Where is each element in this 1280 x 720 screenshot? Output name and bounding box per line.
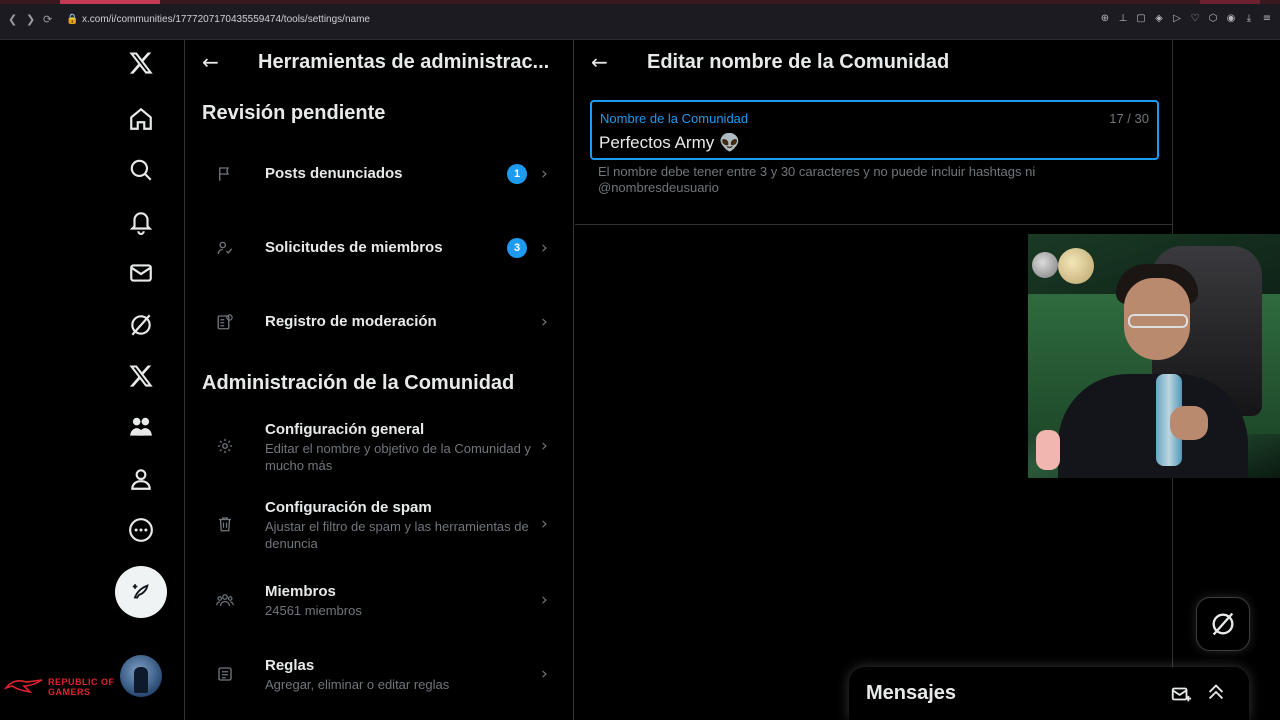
compose-post-button[interactable] xyxy=(115,566,167,618)
webcam-overlay xyxy=(1028,234,1280,478)
community-name-input[interactable] xyxy=(599,131,1139,155)
field-label: Nombre de la Comunidad xyxy=(600,111,749,126)
tab-strip xyxy=(0,0,1280,4)
row-label: Configuración de spam xyxy=(265,499,432,516)
zoom-icon[interactable]: ⊕ xyxy=(1100,13,1110,25)
chevron-right-icon: › xyxy=(541,514,548,534)
shield-icon[interactable]: ◈ xyxy=(1154,13,1164,25)
chevron-right-icon: › xyxy=(541,312,548,332)
messages-drawer[interactable]: Mensajes xyxy=(849,667,1249,720)
row-label: Posts denunciados xyxy=(265,165,403,182)
primary-nav xyxy=(100,40,184,720)
search-icon[interactable] xyxy=(126,155,156,185)
communities-icon[interactable] xyxy=(126,412,156,442)
glasses-icon xyxy=(1128,314,1188,328)
x-logo-icon[interactable] xyxy=(126,48,156,78)
row-label: Reglas xyxy=(265,657,315,674)
members-icon xyxy=(215,590,235,610)
rog-text-line2: GAMERS xyxy=(48,687,91,697)
new-message-icon[interactable] xyxy=(1170,683,1192,705)
grok-floating-button[interactable] xyxy=(1196,597,1250,651)
edit-name-header: ← Editar nombre de la Comunidad xyxy=(575,40,1173,84)
more-icon[interactable] xyxy=(126,515,156,545)
back-arrow-icon[interactable]: ← xyxy=(591,52,611,72)
menu-icon[interactable]: ≡ xyxy=(1262,13,1272,25)
community-section-title: Administración de la Comunidad xyxy=(202,372,515,394)
active-tab[interactable] xyxy=(60,0,160,4)
admin-tools-panel: ← Herramientas de administrac... Revisió… xyxy=(184,40,574,720)
browser-toolbar: ❮ ❯ ⟳ 🔒 x.com/i/communities/177720717043… xyxy=(0,0,1280,40)
row-label: Solicitudes de miembros xyxy=(265,239,443,256)
lamp-icon xyxy=(1058,248,1094,284)
messages-icon[interactable] xyxy=(126,258,156,288)
messages-title: Mensajes xyxy=(866,682,957,704)
character-counter: 17 / 30 xyxy=(1109,111,1149,126)
back-arrow-icon[interactable]: ← xyxy=(202,52,222,72)
chevron-right-icon: › xyxy=(541,238,548,258)
account-icon[interactable]: ◉ xyxy=(1226,13,1236,25)
pending-section-title: Revisión pendiente xyxy=(202,102,386,124)
expand-up-icon[interactable] xyxy=(1205,681,1227,703)
back-icon[interactable]: ❮ xyxy=(8,14,17,26)
edit-title: Editar nombre de la Comunidad xyxy=(647,51,950,73)
count-badge: 3 xyxy=(507,238,527,258)
reader-icon[interactable]: ▢ xyxy=(1136,13,1146,25)
extensions-icon[interactable]: ⬡ xyxy=(1208,13,1218,25)
lamp-icon xyxy=(1032,252,1058,278)
compose-post-icon xyxy=(132,584,149,599)
chevron-right-icon: › xyxy=(541,664,548,684)
lock-icon: 🔒 xyxy=(66,14,79,25)
rog-text-line1: REPUBLIC OF xyxy=(48,677,115,687)
heart-icon[interactable]: ♡ xyxy=(1190,13,1200,25)
address-bar[interactable]: x.com/i/communities/1777207170435559474/… xyxy=(82,14,370,26)
row-label: Configuración general xyxy=(265,421,425,438)
trash-icon xyxy=(215,514,235,534)
row-description: Agregar, eliminar o editar reglas xyxy=(265,677,450,692)
emote-sticker xyxy=(1036,430,1060,470)
gear-icon xyxy=(215,436,235,456)
field-hint: El nombre debe tener entre 3 y 30 caract… xyxy=(598,164,1036,195)
rog-branding: REPUBLIC OF GAMERS xyxy=(0,672,130,700)
profile-icon[interactable] xyxy=(126,464,156,494)
download-icon[interactable]: ⤓ xyxy=(1244,13,1254,25)
row-label: Registro de moderación xyxy=(265,313,437,330)
rog-logo-icon xyxy=(4,679,43,694)
chevron-right-icon: › xyxy=(541,436,548,456)
window-controls[interactable] xyxy=(1200,0,1260,4)
community-name-field[interactable]: Nombre de la Comunidad 17 / 30 xyxy=(590,100,1159,160)
moderation-log-icon xyxy=(215,312,235,332)
flag-icon xyxy=(215,164,235,184)
pin-icon[interactable]: ⊥ xyxy=(1118,13,1128,25)
count-badge: 1 xyxy=(507,164,527,184)
chevron-right-icon: › xyxy=(541,590,548,610)
streamer-body xyxy=(1058,374,1248,478)
divider xyxy=(575,224,1173,225)
extension-icons: ⊕ ⊥ ▢ ◈ ▷ ♡ ⬡ ◉ ⤓ ≡ xyxy=(1100,13,1272,25)
play-icon[interactable]: ▷ xyxy=(1172,13,1182,25)
premium-x-icon[interactable] xyxy=(126,361,156,391)
chevron-right-icon: › xyxy=(541,164,548,184)
member-count: 24561 miembros xyxy=(265,603,362,618)
row-label: Miembros xyxy=(265,583,336,600)
row-description: Editar el nombre y objetivo de la Comuni… xyxy=(265,441,531,473)
forward-icon[interactable]: ❯ xyxy=(26,14,35,26)
home-icon[interactable] xyxy=(126,104,156,134)
row-description: Ajustar el filtro de spam y las herramie… xyxy=(265,519,529,551)
rules-icon xyxy=(215,664,235,684)
notifications-icon[interactable] xyxy=(126,207,156,237)
page-title: Herramientas de administrac... xyxy=(258,51,550,73)
person-check-icon xyxy=(215,238,235,258)
admin-tools-header: ← Herramientas de administrac... xyxy=(185,40,575,84)
grok-icon xyxy=(1212,612,1234,636)
grok-icon[interactable] xyxy=(126,310,156,340)
reload-icon[interactable]: ⟳ xyxy=(43,14,52,26)
